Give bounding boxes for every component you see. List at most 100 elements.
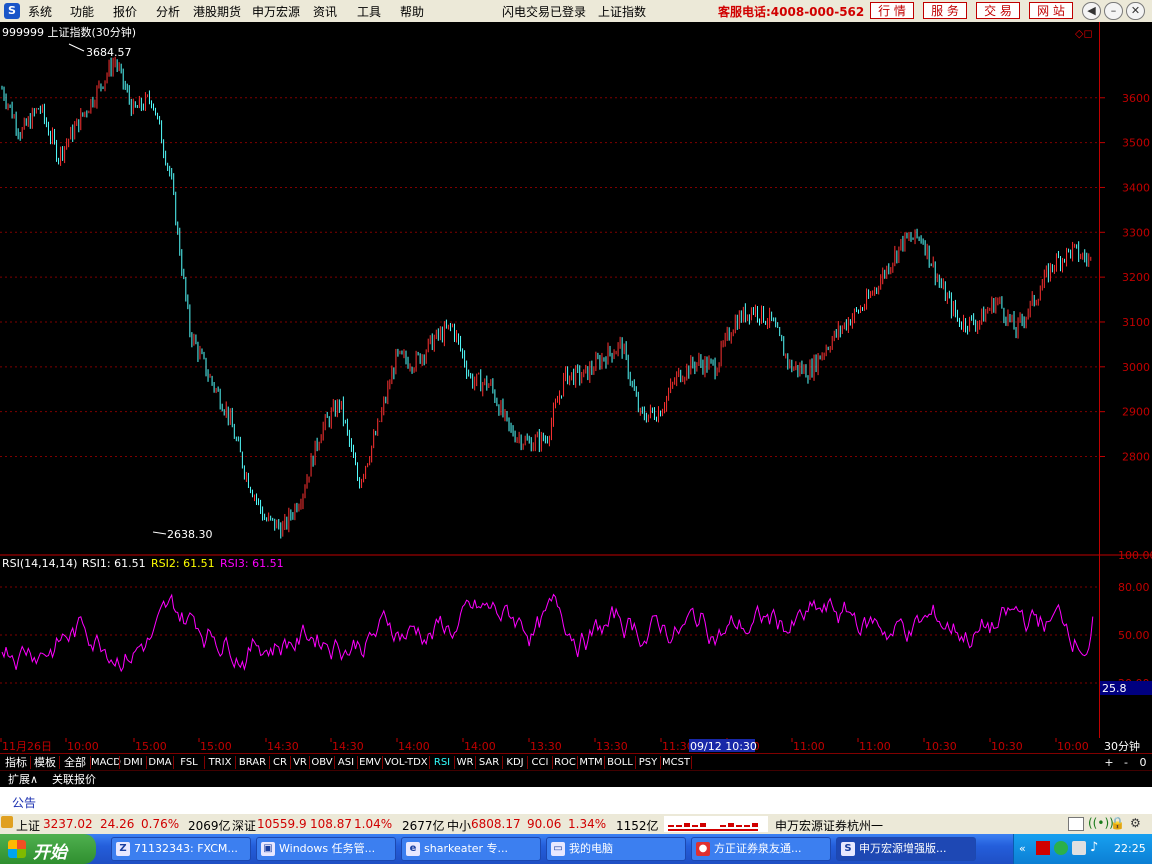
price-tick-label: 3000 — [1122, 361, 1150, 374]
time-tick-label: 11月26日 — [2, 740, 52, 753]
indicator-tab-macd[interactable]: MACD — [91, 755, 121, 770]
notice-panel: 公告 — [0, 787, 1152, 814]
task-browser[interactable]: e sharkeater 专... — [401, 837, 541, 861]
indicator-tab-指标[interactable]: 指标 — [2, 755, 30, 770]
indicator-tab-wr[interactable]: WR — [455, 755, 475, 770]
app-logo-icon[interactable]: S — [4, 3, 20, 19]
back-icon[interactable]: ◀ — [1082, 2, 1101, 20]
price-tick-label: 3300 — [1122, 226, 1150, 239]
indicator-tab-fsl[interactable]: FSL — [174, 755, 204, 770]
indicator-tab-vr[interactable]: VR — [291, 755, 309, 770]
monitor-icon: ▣ — [261, 842, 275, 856]
indicator-tab-bar: 指标 模板 全部 MACD DMI DMA FSL TRIX BRAR CR VR OBV ASI EMV… — [0, 753, 1152, 771]
indicator-tab-kdj[interactable]: KDJ — [503, 755, 527, 770]
menu-item-function[interactable]: 功能 — [70, 3, 94, 20]
indicator-tab-brar[interactable]: BRAR — [236, 755, 269, 770]
task-my-computer[interactable]: ▭ 我的电脑 — [546, 837, 686, 861]
indicator-tab-dma[interactable]: DMA — [147, 755, 173, 770]
close-icon[interactable]: ✕ — [1126, 2, 1145, 20]
status-bar: 上证 3237.02 24.26 0.76% 2069亿 深证 10559.9 … — [0, 814, 1152, 834]
tray-flag-icon[interactable] — [1036, 841, 1050, 855]
menu-item-system[interactable]: 系统 — [28, 3, 52, 20]
rsi-tick-label: 100.00 — [1118, 549, 1152, 562]
sh-amount: 2069亿 — [188, 819, 231, 833]
rsi3-label: RSI3: 61.51 — [220, 557, 284, 570]
founder-icon: ● — [696, 842, 710, 856]
website-button[interactable]: 网 站 — [1029, 2, 1073, 19]
low-marker-line — [152, 531, 167, 535]
indicator-tab-obv[interactable]: OBV — [310, 755, 334, 770]
period-label[interactable]: 30分钟 — [1104, 739, 1140, 753]
indicator-tab-mcst[interactable]: MCST — [661, 755, 691, 770]
menu-item-news[interactable]: 资讯 — [313, 3, 337, 20]
time-tick-label: 15:00 — [200, 740, 232, 753]
task-founder-securities[interactable]: ● 方正证券泉友通... — [691, 837, 831, 861]
tray-volume-icon[interactable]: ♪ — [1090, 840, 1098, 855]
task-swhy-enhanced[interactable]: S 申万宏源增强版... — [836, 837, 976, 861]
zoom-control-2[interactable]: 0 — [1136, 755, 1150, 770]
tray-app-icon[interactable] — [1072, 841, 1086, 855]
zoom-control-1[interactable]: - — [1119, 755, 1133, 770]
indicator-tab-trix[interactable]: TRIX — [205, 755, 235, 770]
market-button[interactable]: 行 情 — [870, 2, 914, 19]
sz-pct: 1.04% — [354, 817, 393, 831]
kline-chart[interactable]: 999999 上证指数(30分钟) ◇◻ 2800 2900 3000 3100 320… — [0, 22, 1152, 738]
price-tick-label: 3200 — [1122, 271, 1150, 284]
indicator-tab-sar[interactable]: SAR — [476, 755, 502, 770]
minimize-icon[interactable]: – — [1104, 2, 1123, 20]
indicator-tab-psy[interactable]: PSY — [636, 755, 660, 770]
price-tick-label: 2900 — [1122, 406, 1150, 419]
time-tick-label: 13:30 — [530, 740, 562, 753]
trade-button[interactable]: 交 易 — [976, 2, 1020, 19]
system-tray: « ♪ 22:25 — [1013, 834, 1152, 864]
tab-divider — [691, 756, 692, 769]
menu-bar: S 系统 功能 报价 分析 港股期货 申万宏源 资讯 工具 帮助 闪电交易已登录… — [0, 0, 1152, 22]
indicator-tab-emv[interactable]: EMV — [358, 755, 382, 770]
menu-item-swhy[interactable]: 申万宏源 — [252, 3, 300, 20]
indicator-tab-全部[interactable]: 全部 — [60, 755, 90, 770]
indicator-tab-rsi[interactable]: RSI — [430, 755, 454, 770]
indicator-tab-mtm[interactable]: MTM — [578, 755, 604, 770]
low-price-label: 2638.30 — [167, 528, 213, 541]
sz-change: 108.87 — [310, 817, 352, 831]
indicator-tab-asi[interactable]: ASI — [335, 755, 357, 770]
indicator-tab-dmi[interactable]: DMI — [120, 755, 146, 770]
time-tick-label: 14:30 — [267, 740, 299, 753]
cursor-time-label: 09/12 10:30 — [690, 740, 757, 753]
windows-logo-icon — [8, 840, 26, 858]
menu-item-hk-futures[interactable]: 港股期货 — [193, 3, 241, 20]
start-button[interactable]: 开始 — [0, 834, 96, 864]
related-quote-tab[interactable]: 关联报价 — [48, 772, 100, 787]
indicator-tab-vol-tdx[interactable]: VOL-TDX — [383, 755, 429, 770]
expand-tab[interactable]: 扩展∧ — [3, 772, 43, 787]
indicator-tab-roc[interactable]: ROC — [553, 755, 577, 770]
rsi1-label: RSI1: 61.51 — [82, 557, 146, 570]
clock: 22:25 — [1114, 842, 1146, 855]
service-button[interactable]: 服 务 — [923, 2, 967, 19]
task-fxcm[interactable]: Z 71132343: FXCM... — [111, 837, 251, 861]
window-icon[interactable] — [1068, 817, 1084, 831]
menu-item-tools[interactable]: 工具 — [357, 3, 381, 20]
settings-icon[interactable]: ⚙ — [1130, 816, 1141, 830]
menu-item-help[interactable]: 帮助 — [400, 3, 424, 20]
indicator-tab-模板[interactable]: 模板 — [31, 755, 59, 770]
time-tick-label: 13:30 — [596, 740, 628, 753]
computer-icon: ▭ — [551, 842, 565, 856]
tray-arrow-icon[interactable]: « — [1019, 842, 1026, 855]
high-marker-line — [68, 43, 85, 52]
indicator-tab-cr[interactable]: CR — [270, 755, 290, 770]
chart-options-icon[interactable]: ◇◻ — [1075, 27, 1093, 40]
menu-item-quote[interactable]: 报价 — [113, 3, 137, 20]
indicator-tab-boll[interactable]: BOLL — [605, 755, 635, 770]
time-tick-label: 14:00 — [464, 740, 496, 753]
lock-icon[interactable]: 🔒 — [1110, 816, 1125, 830]
menu-item-analysis[interactable]: 分析 — [156, 3, 180, 20]
indicator-tab-cci[interactable]: CCI — [528, 755, 552, 770]
tray-network-icon[interactable] — [1054, 841, 1068, 855]
index-flag-icon — [1, 816, 13, 828]
zoom-control-0[interactable]: + — [1102, 755, 1116, 770]
current-index-name: 上证指数 — [598, 5, 647, 19]
notice-title[interactable]: 公告 — [12, 794, 36, 811]
task-task-manager[interactable]: ▣ Windows 任务管... — [256, 837, 396, 861]
high-price-label: 3684.57 — [86, 46, 132, 59]
